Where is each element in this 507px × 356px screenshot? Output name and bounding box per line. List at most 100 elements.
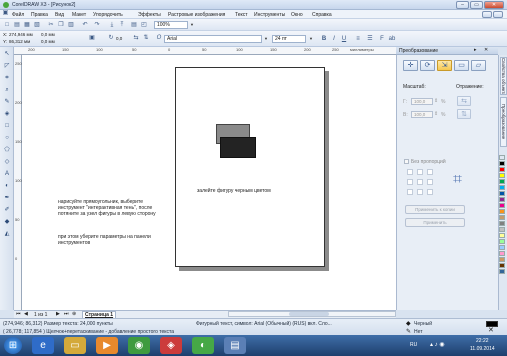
- export-icon[interactable]: ⤒: [118, 21, 126, 29]
- instruction-text-1[interactable]: нарисуйте прямоугольник, выберите инстру…: [58, 199, 162, 217]
- palette-swatch-black[interactable]: [499, 161, 505, 166]
- palette-swatch-yellow[interactable]: [499, 173, 505, 178]
- menu-file[interactable]: Файл: [12, 12, 24, 18]
- edit-text-icon[interactable]: ab: [388, 35, 396, 43]
- scale-mirror-mode-button[interactable]: ⇲: [437, 60, 452, 71]
- eyedropper-tool-icon[interactable]: ✒: [3, 194, 11, 202]
- smart-fill-tool-icon[interactable]: ◈: [3, 110, 11, 118]
- interactive-blend-tool-icon[interactable]: ◐: [3, 182, 11, 190]
- palette-swatch-green[interactable]: [499, 179, 505, 184]
- new-file-icon[interactable]: □: [3, 21, 11, 29]
- palette-swatch-white[interactable]: [499, 155, 505, 160]
- palette-swatch-orange[interactable]: [499, 209, 505, 214]
- shape-tool-icon[interactable]: ◸: [3, 62, 11, 70]
- redo-icon[interactable]: ↷: [93, 21, 101, 29]
- document-task-icon[interactable]: ▤: [224, 337, 246, 354]
- horizontal-ruler[interactable]: 200 150 100 50 0 50 100 150 200 250 милл…: [14, 47, 396, 55]
- palette-swatch-brown[interactable]: [499, 257, 505, 262]
- freehand-tool-icon[interactable]: ✎: [3, 98, 11, 106]
- font-name-select[interactable]: Arial: [164, 35, 262, 43]
- italic-icon[interactable]: I: [330, 35, 338, 43]
- start-button[interactable]: ⊞: [4, 337, 22, 354]
- close-button[interactable]: ✕: [484, 1, 504, 9]
- scrollbar-thumb[interactable]: [289, 312, 329, 316]
- close-icon[interactable]: ✕: [484, 47, 488, 53]
- app-icon[interactable]: ◈: [160, 337, 182, 354]
- anchor-cell[interactable]: [427, 169, 433, 175]
- palette-swatch-gray[interactable]: [499, 221, 505, 226]
- no-outline-icon[interactable]: ✕: [488, 327, 494, 334]
- zoom-level-select[interactable]: 100%: [154, 21, 188, 29]
- doc-close-button[interactable]: [493, 11, 503, 18]
- polygon-tool-icon[interactable]: ⬠: [3, 146, 11, 154]
- palette-swatch-dark-brown[interactable]: [499, 263, 505, 268]
- save-icon[interactable]: ▦: [23, 21, 31, 29]
- anchor-cell[interactable]: [417, 179, 423, 185]
- vertical-ruler[interactable]: 250 200 150 100 50 0: [14, 55, 22, 310]
- menu-arrange[interactable]: Упорядочить: [93, 12, 123, 18]
- mirror-vertical-icon[interactable]: ⇅: [142, 34, 150, 42]
- print-icon[interactable]: ▧: [33, 21, 41, 29]
- angle-field[interactable]: 0,0: [116, 36, 122, 41]
- open-folder-icon[interactable]: ▤: [13, 21, 21, 29]
- browser-icon[interactable]: ◉: [128, 337, 150, 354]
- apply-to-duplicate-button[interactable]: Применить к копии: [405, 205, 465, 214]
- palette-swatch-purple[interactable]: [499, 197, 505, 202]
- document-icon[interactable]: ▣: [2, 10, 9, 17]
- palette-swatch-magenta[interactable]: [499, 203, 505, 208]
- clock-date[interactable]: 11.09.2014: [470, 346, 495, 352]
- y-scale-input[interactable]: 100,0: [411, 111, 433, 118]
- menu-help[interactable]: Справка: [312, 12, 332, 18]
- menu-layout[interactable]: Макет: [72, 12, 86, 18]
- size-mode-button[interactable]: ▭: [454, 60, 469, 71]
- bold-icon[interactable]: B: [320, 35, 328, 43]
- first-page-icon[interactable]: ⏮: [16, 311, 21, 317]
- palette-swatch-silver[interactable]: [499, 227, 505, 232]
- menu-tools[interactable]: Инструменты: [254, 12, 285, 18]
- palette-swatch-steel-blue[interactable]: [499, 269, 505, 274]
- mirror-horizontal-icon[interactable]: ⇆: [132, 34, 140, 42]
- spinner-icon[interactable]: ⇕: [434, 111, 438, 117]
- last-page-icon[interactable]: ⏭: [64, 311, 69, 317]
- text-tool-icon[interactable]: A: [3, 170, 11, 178]
- palette-swatch-cyan[interactable]: [499, 185, 505, 190]
- doc-minimize-button[interactable]: [482, 11, 492, 18]
- height-field[interactable]: 0,0 мм: [41, 39, 55, 44]
- interactive-fill-tool-icon[interactable]: ◭: [3, 230, 11, 238]
- prev-page-icon[interactable]: ◀: [24, 311, 28, 317]
- drawing-page[interactable]: залейте фигуру черным цветом: [175, 67, 325, 267]
- page-caption[interactable]: залейте фигуру черным цветом: [197, 188, 271, 194]
- file-explorer-icon[interactable]: ▭: [64, 337, 86, 354]
- palette-swatch-tan[interactable]: [499, 215, 505, 220]
- width-field[interactable]: 0,0 мм: [41, 32, 55, 37]
- apply-button[interactable]: Применить: [405, 218, 465, 227]
- zoom-tool-icon[interactable]: ⌕: [3, 86, 11, 94]
- pick-tool-icon[interactable]: ↖: [3, 50, 11, 58]
- align-icon[interactable]: ≡: [354, 35, 362, 43]
- palette-swatch-light-blue[interactable]: [499, 245, 505, 250]
- lock-ratio-icon[interactable]: ▣: [88, 34, 96, 42]
- anchor-cell[interactable]: [407, 189, 413, 195]
- anchor-cell[interactable]: [427, 189, 433, 195]
- y-position-field[interactable]: 86,312 мм: [9, 39, 30, 44]
- text-format-icon[interactable]: F: [378, 35, 386, 43]
- menu-effects[interactable]: Эффекты: [138, 12, 161, 18]
- media-player-icon[interactable]: ▶: [96, 337, 118, 354]
- cut-icon[interactable]: ✂: [47, 21, 55, 29]
- nonproportional-checkbox[interactable]: [404, 159, 409, 164]
- language-indicator[interactable]: RU: [410, 342, 417, 348]
- mirror-vertical-button[interactable]: ⇅: [457, 109, 471, 119]
- underline-icon[interactable]: U: [340, 35, 348, 43]
- anchor-cell[interactable]: [427, 179, 433, 185]
- tray-icons[interactable]: ▴ ♪ ◉: [430, 341, 445, 348]
- x-scale-input[interactable]: 100,0: [411, 98, 433, 105]
- copy-icon[interactable]: ❐: [57, 21, 65, 29]
- tab-object-properties[interactable]: Свойства объекта: [500, 57, 507, 95]
- fill-tool-icon[interactable]: ◆: [3, 218, 11, 226]
- basic-shapes-tool-icon[interactable]: ◇: [3, 158, 11, 166]
- menu-text[interactable]: Текст: [235, 12, 248, 18]
- undo-icon[interactable]: ↶: [81, 21, 89, 29]
- palette-swatch-pink[interactable]: [499, 251, 505, 256]
- app-launcher-icon[interactable]: ▤: [130, 21, 138, 29]
- internet-explorer-icon[interactable]: e: [32, 337, 54, 354]
